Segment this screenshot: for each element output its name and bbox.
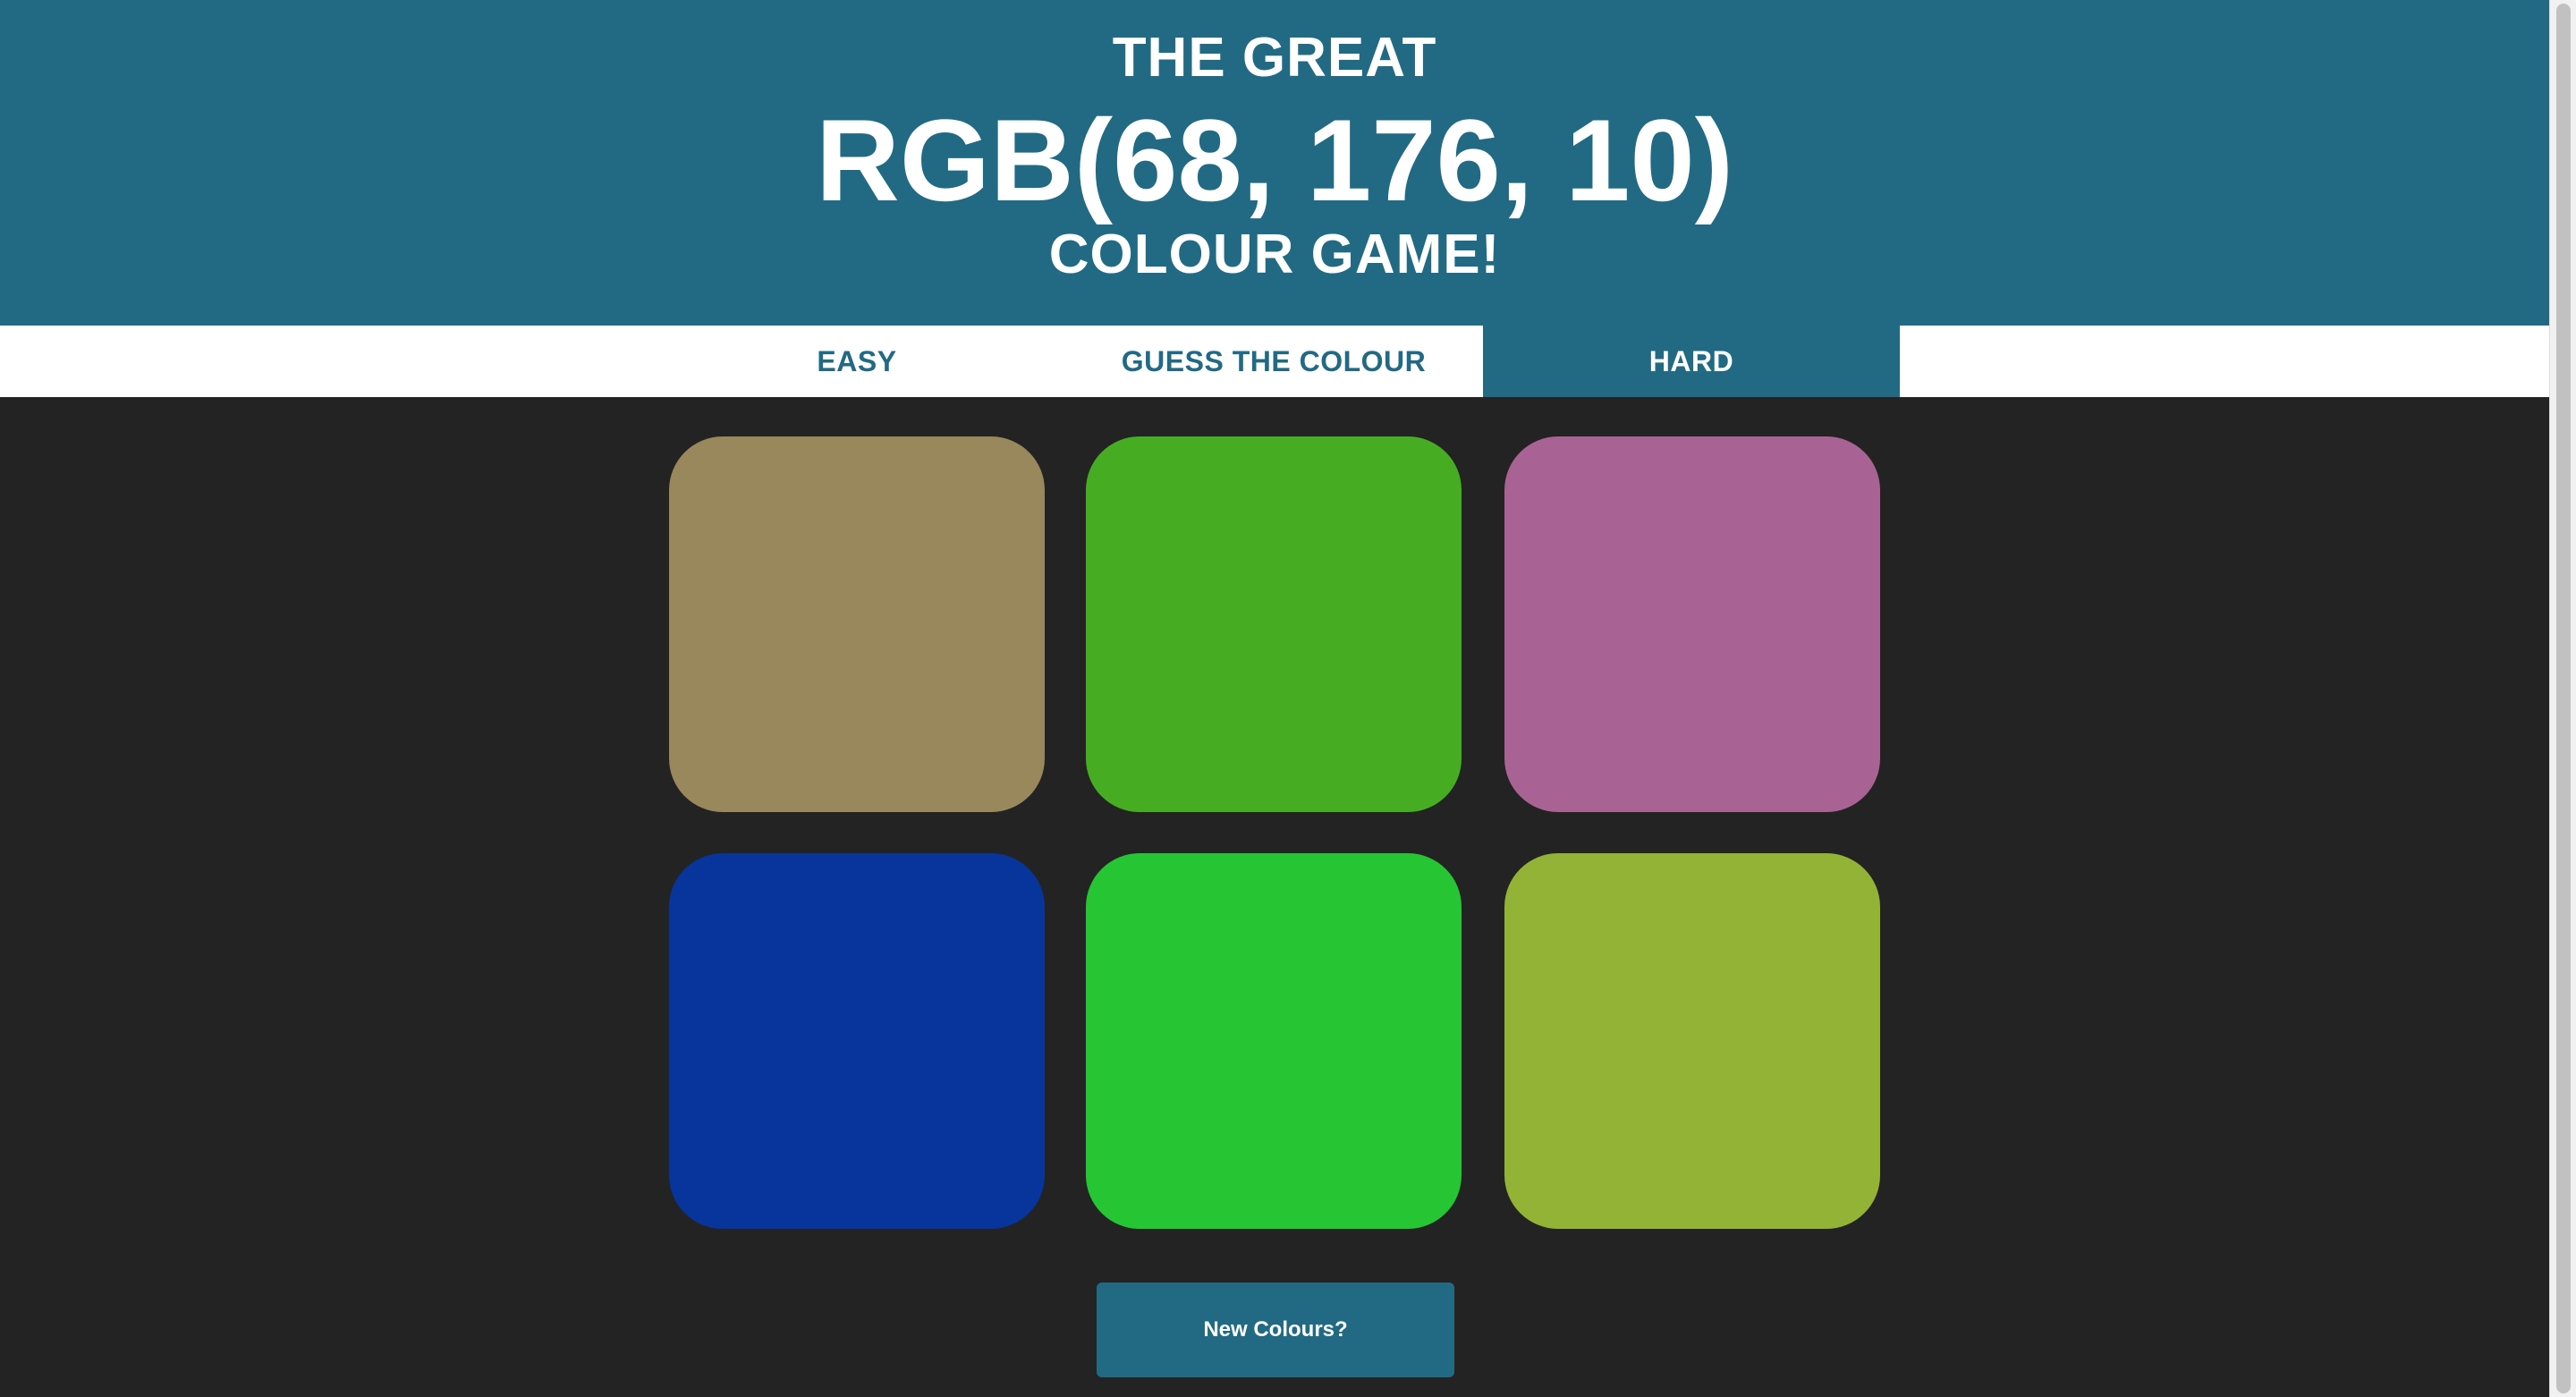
color-grid: [0, 397, 2549, 1291]
easy-mode-button[interactable]: EASY: [648, 326, 1065, 397]
status-message: GUESS THE COLOUR: [1121, 344, 1427, 377]
color-square[interactable]: [1504, 436, 1880, 812]
scrollbar-thumb[interactable]: [2556, 4, 2571, 1393]
color-square[interactable]: [669, 436, 1045, 812]
color-square[interactable]: [1086, 436, 1462, 812]
hard-mode-button[interactable]: HARD: [1483, 326, 1900, 397]
title-line-3: COLOUR GAME!: [1048, 224, 1501, 285]
game-page: THE GREAT RGB(68, 176, 10) COLOUR GAME! …: [0, 0, 2576, 1397]
color-square[interactable]: [1086, 853, 1462, 1229]
color-square[interactable]: [669, 853, 1045, 1229]
target-color-display: RGB(68, 176, 10): [815, 95, 1734, 225]
title-line-1: THE GREAT: [1112, 27, 1437, 89]
vertical-scrollbar[interactable]: [2549, 0, 2576, 1397]
mode-navbar: EASY GUESS THE COLOUR HARD: [0, 326, 2549, 397]
new-colours-button[interactable]: New Colours?: [1097, 1283, 1454, 1377]
header: THE GREAT RGB(68, 176, 10) COLOUR GAME!: [0, 0, 2549, 326]
color-square[interactable]: [1504, 853, 1880, 1229]
